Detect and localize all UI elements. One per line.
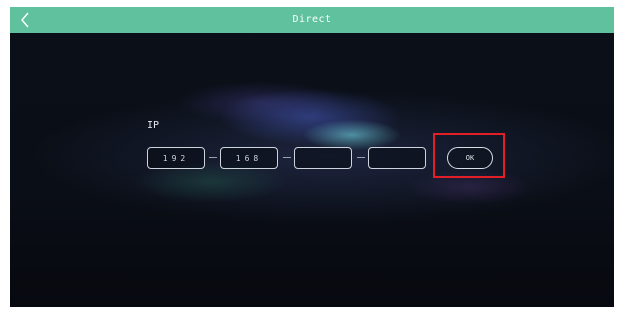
ip-octet-2-field[interactable]: 168 [220,147,278,169]
page-title: Direct [292,14,332,25]
octet-separator [357,157,365,158]
ip-octet-4-field[interactable] [368,147,426,169]
octet-separator [209,157,217,158]
ip-octet-1-field[interactable]: 192 [147,147,205,169]
direct-connect-screen: Direct IP 192 168 OK [10,7,614,307]
octet-separator [283,157,291,158]
ip-label: IP [147,120,160,131]
highlight-box [433,133,505,178]
ip-octet-3-field[interactable] [294,147,352,169]
top-bar: Direct [10,7,614,33]
